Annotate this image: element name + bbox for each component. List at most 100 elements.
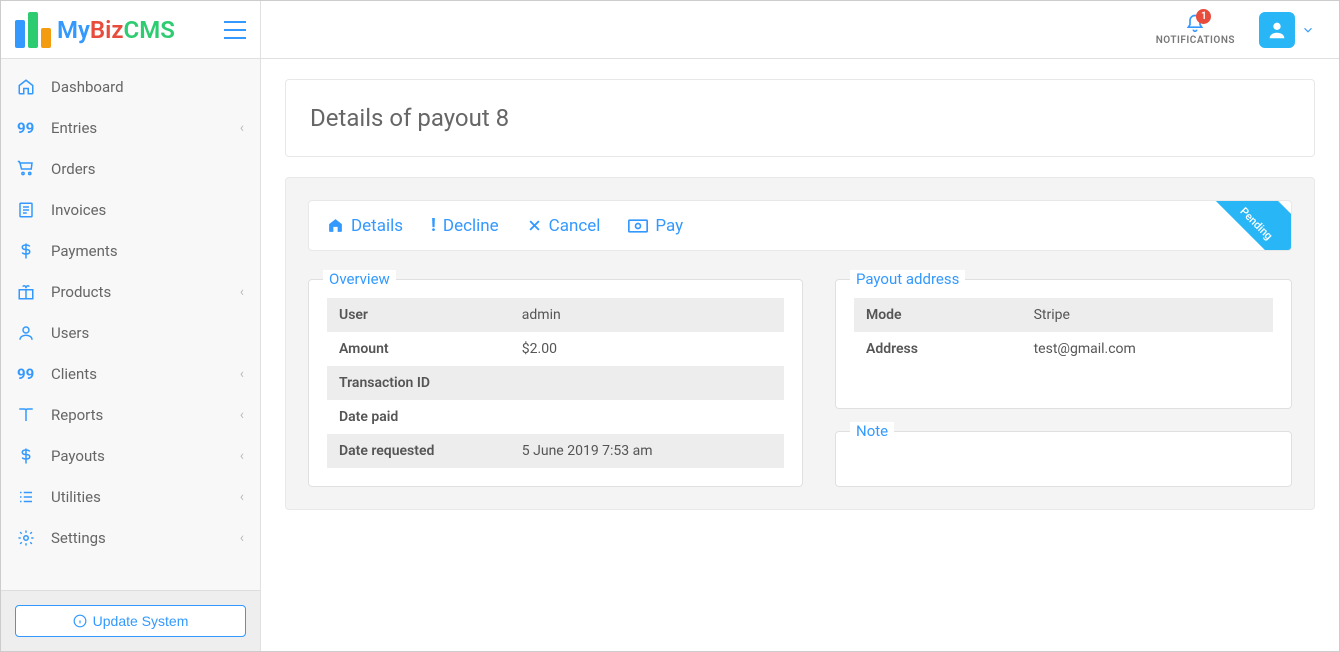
overview-fieldset: Overview Useradmin Amount$2.00 Transacti… (308, 279, 803, 487)
detail-panel: Details ! Decline Cancel Pay Pending (285, 177, 1315, 510)
page-title: Details of payout 8 (285, 79, 1315, 157)
nav: Dashboard 99 Entries ‹ Orders Invoices P… (1, 59, 260, 590)
main: 1 NOTIFICATIONS Details of payout 8 (261, 1, 1339, 651)
logo-bars-icon (15, 12, 51, 48)
row-label: Amount (327, 332, 510, 366)
sidebar-item-products[interactable]: Products ‹ (1, 272, 260, 313)
chevron-left-icon: ‹ (240, 366, 244, 382)
sidebar-item-reports[interactable]: Reports ‹ (1, 395, 260, 436)
menu-toggle-icon[interactable] (224, 21, 246, 39)
note-fieldset: Note (835, 431, 1292, 487)
sidebar-item-entries[interactable]: 99 Entries ‹ (1, 108, 260, 149)
user-menu[interactable] (1259, 12, 1315, 48)
sidebar-item-users[interactable]: Users (1, 313, 260, 354)
sidebar-item-label: Payouts (51, 447, 240, 465)
sidebar-header: MyBizCMS (1, 1, 260, 59)
chevron-left-icon: ‹ (240, 284, 244, 300)
sidebar-item-clients[interactable]: 99 Clients ‹ (1, 354, 260, 395)
table-row: Addresstest@gmail.com (854, 332, 1273, 366)
chevron-left-icon: ‹ (240, 489, 244, 505)
num99-icon: 99 (17, 118, 43, 138)
sidebar: MyBizCMS Dashboard 99 Entries ‹ Orders (1, 1, 261, 651)
sidebar-item-utilities[interactable]: Utilities ‹ (1, 477, 260, 518)
chevron-left-icon: ‹ (240, 120, 244, 136)
home-icon (17, 78, 43, 96)
sidebar-item-label: Settings (51, 529, 240, 547)
row-value: 5 June 2019 7:53 am (510, 434, 784, 468)
tab-details-label: Details (351, 216, 403, 236)
status-ribbon: Pending (1205, 200, 1292, 251)
sidebar-item-payments[interactable]: Payments (1, 231, 260, 272)
row-value (510, 400, 784, 434)
tab-cancel-label: Cancel (549, 216, 601, 236)
row-value: test@gmail.com (1022, 332, 1273, 366)
tab-decline[interactable]: ! Decline (431, 215, 499, 236)
table-row: Amount$2.00 (327, 332, 784, 366)
update-system-button[interactable]: Update System (15, 605, 246, 637)
sidebar-item-label: Entries (51, 119, 240, 137)
sidebar-item-label: Orders (51, 160, 244, 178)
book-icon (17, 406, 43, 424)
tabs-card: Details ! Decline Cancel Pay Pending (308, 200, 1292, 251)
topbar: 1 NOTIFICATIONS (261, 1, 1339, 59)
row-label: Mode (854, 298, 1022, 332)
dollar-icon (17, 242, 43, 260)
table-row: Date requested5 June 2019 7:53 am (327, 434, 784, 468)
row-label: Date requested (327, 434, 510, 468)
exclaim-icon: ! (431, 215, 436, 236)
sidebar-item-dashboard[interactable]: Dashboard (1, 67, 260, 108)
tab-pay-label: Pay (655, 216, 683, 236)
row-value: $2.00 (510, 332, 784, 366)
row-value: Stripe (1022, 298, 1273, 332)
tab-pay[interactable]: Pay (628, 216, 683, 236)
sidebar-item-label: Utilities (51, 488, 240, 506)
sidebar-item-label: Reports (51, 406, 240, 424)
chevron-down-icon (1301, 23, 1315, 37)
overview-legend: Overview (323, 270, 396, 288)
payout-address-table: ModeStripe Addresstest@gmail.com (854, 298, 1273, 366)
sidebar-footer: Update System (1, 590, 260, 651)
list-icon (17, 488, 43, 506)
row-label: Address (854, 332, 1022, 366)
sidebar-item-label: Dashboard (51, 78, 244, 96)
table-row: Date paid (327, 400, 784, 434)
chevron-left-icon: ‹ (240, 530, 244, 546)
info-icon (73, 614, 87, 628)
sidebar-item-label: Clients (51, 365, 240, 383)
user-icon (17, 324, 43, 342)
chevron-left-icon: ‹ (240, 448, 244, 464)
brand-logo[interactable]: MyBizCMS (15, 12, 175, 48)
sidebar-item-invoices[interactable]: Invoices (1, 190, 260, 231)
tab-cancel[interactable]: Cancel (527, 216, 601, 236)
gear-icon (17, 529, 43, 547)
update-system-label: Update System (93, 613, 189, 629)
home-icon (327, 217, 344, 234)
sidebar-item-label: Invoices (51, 201, 244, 219)
notification-count-badge: 1 (1196, 9, 1211, 24)
content: Details of payout 8 Details ! Decline Ca… (261, 59, 1339, 651)
tab-decline-label: Decline (443, 216, 499, 236)
payout-address-legend: Payout address (850, 270, 965, 288)
notifications-button[interactable]: 1 NOTIFICATIONS (1156, 13, 1235, 46)
table-row: Useradmin (327, 298, 784, 332)
table-row: Transaction ID (327, 366, 784, 400)
table-row: ModeStripe (854, 298, 1273, 332)
cart-icon (17, 160, 43, 178)
brand-part-3: CMS (124, 16, 175, 44)
gift-icon (17, 283, 43, 301)
brand-part-2: Biz (90, 16, 124, 44)
overview-table: Useradmin Amount$2.00 Transaction ID Dat… (327, 298, 784, 468)
sidebar-item-payouts[interactable]: Payouts ‹ (1, 436, 260, 477)
row-value: admin (510, 298, 784, 332)
sidebar-item-orders[interactable]: Orders (1, 149, 260, 190)
avatar-icon (1259, 12, 1295, 48)
row-value (510, 366, 784, 400)
sidebar-item-settings[interactable]: Settings ‹ (1, 518, 260, 559)
close-icon (527, 218, 542, 233)
tab-details[interactable]: Details (327, 216, 403, 236)
row-label: Transaction ID (327, 366, 510, 400)
row-label: User (327, 298, 510, 332)
chevron-left-icon: ‹ (240, 407, 244, 423)
note-legend: Note (850, 422, 894, 440)
num99-icon: 99 (17, 364, 43, 384)
